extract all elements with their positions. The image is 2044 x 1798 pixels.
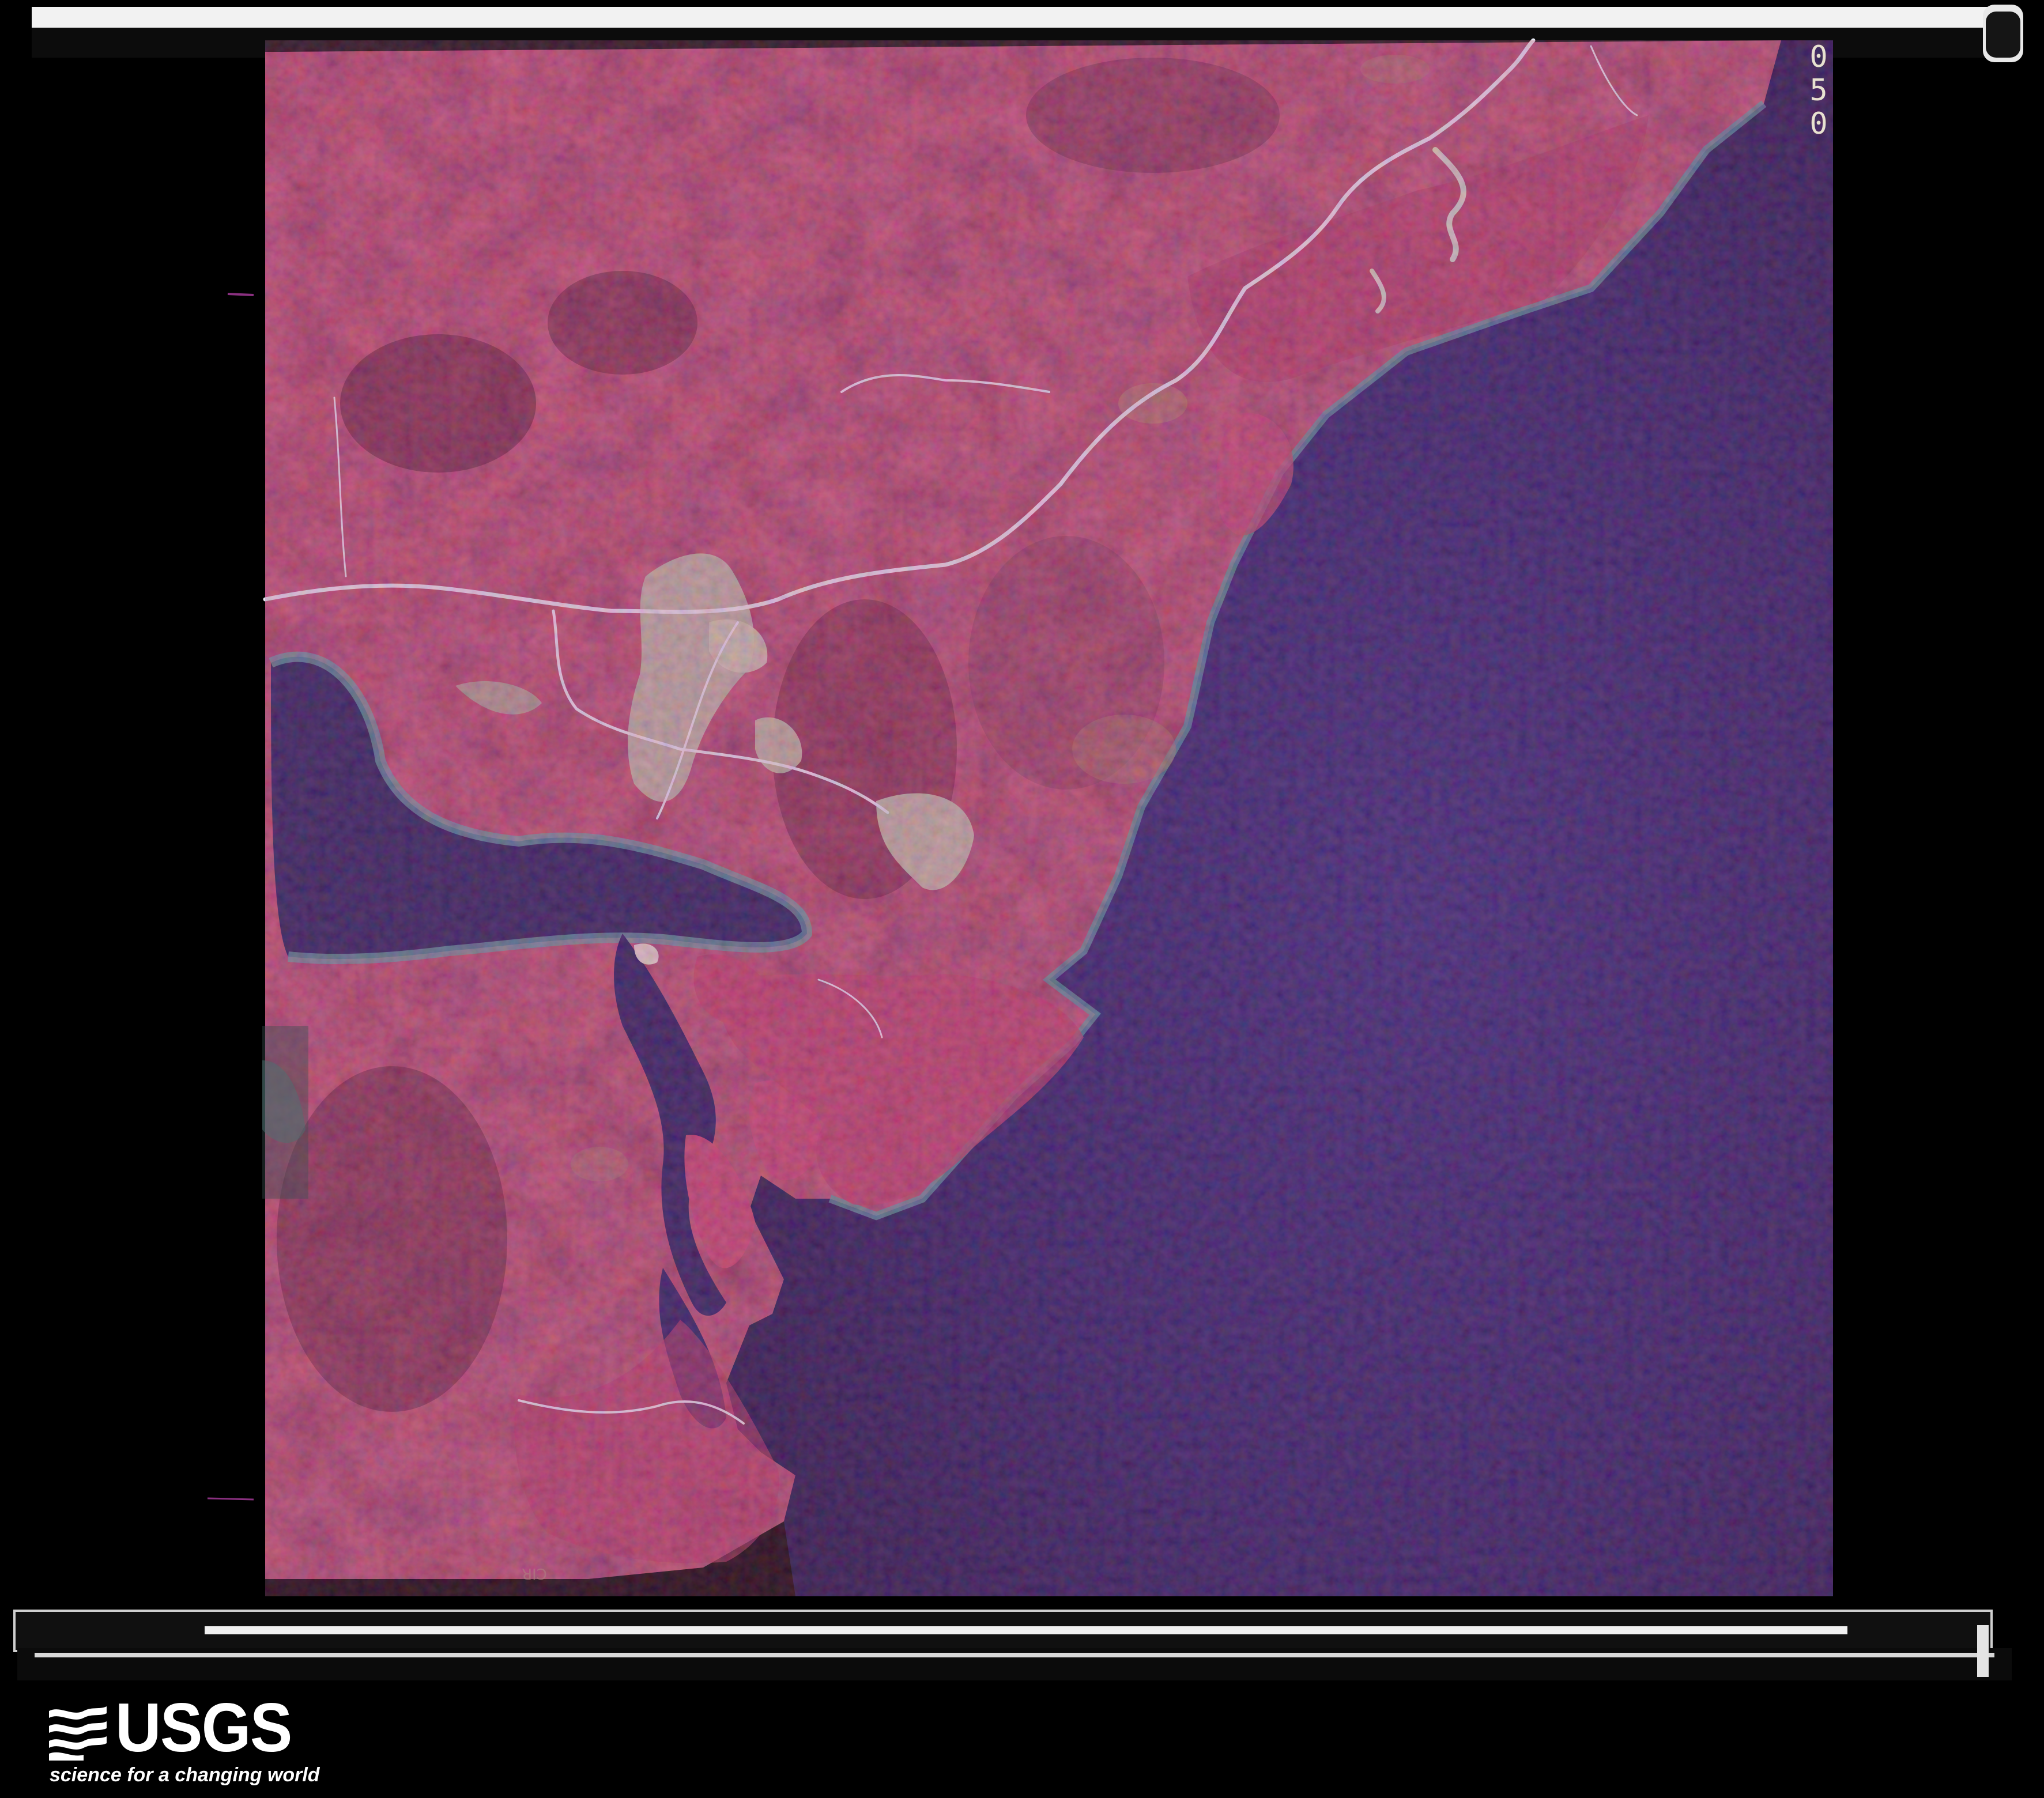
usgs-tagline: science for a changing world bbox=[50, 1764, 320, 1786]
bottom-film-rail bbox=[13, 1610, 2012, 1680]
corner-mark: CIR bbox=[522, 1565, 547, 1582]
usgs-logo-wordmark: USGS bbox=[115, 1689, 292, 1766]
frame-number: 0 5 0 bbox=[1809, 40, 1828, 141]
film-frame bbox=[0, 0, 2044, 1798]
usgs-wave-emblem bbox=[49, 1703, 107, 1761]
aerial-photo bbox=[207, 38, 1833, 1596]
